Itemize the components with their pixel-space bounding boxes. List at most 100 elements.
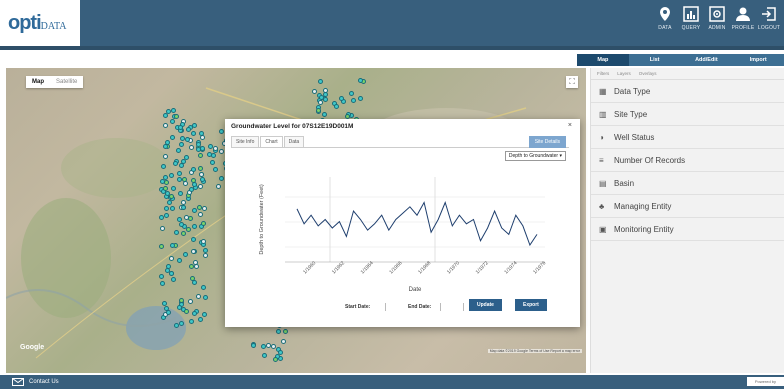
panel-tab-layers[interactable]: Layers [617, 71, 631, 76]
site-marker[interactable] [177, 170, 183, 176]
map-view-button[interactable]: Map [26, 76, 50, 88]
logout-icon [762, 7, 776, 21]
tab-import[interactable]: Import [732, 54, 784, 66]
site-marker[interactable] [192, 122, 198, 128]
site-marker[interactable] [191, 130, 197, 136]
site-marker[interactable] [188, 319, 194, 325]
site-marker[interactable] [191, 224, 197, 229]
filter-label: Data Type [614, 86, 651, 96]
site-marker[interactable] [163, 213, 169, 219]
site-marker[interactable] [190, 248, 196, 254]
site-marker[interactable] [164, 268, 170, 274]
group-icon: ♣ [599, 201, 605, 211]
filter-number-of-records[interactable]: ≡ Number Of Records [591, 149, 784, 172]
tab-map[interactable]: Map [577, 54, 629, 66]
site-marker[interactable] [317, 78, 323, 84]
satellite-view-button[interactable]: Satellite [50, 76, 83, 88]
site-marker[interactable] [159, 280, 165, 286]
basin-icon: ▤ [599, 178, 607, 188]
site-marker[interactable] [162, 123, 168, 129]
panel-tab-overlays[interactable]: Overlays [639, 71, 657, 76]
site-marker[interactable] [200, 176, 205, 182]
site-marker[interactable] [311, 88, 317, 94]
map-pin-icon [660, 7, 670, 21]
site-marker[interactable] [218, 175, 224, 181]
site-details-button[interactable]: Site Details [528, 136, 566, 148]
site-marker[interactable] [202, 247, 208, 253]
close-icon[interactable]: × [568, 122, 572, 129]
site-marker[interactable] [213, 166, 219, 172]
contact-us-link[interactable]: Contact Us [12, 378, 59, 386]
google-logo: Google [20, 344, 45, 351]
site-marker[interactable] [198, 183, 204, 189]
site-marker[interactable] [184, 137, 190, 142]
nav-logout-button[interactable]: LOGOUT [758, 6, 780, 31]
site-marker[interactable] [188, 186, 194, 192]
site-marker[interactable] [169, 205, 175, 211]
filter-data-type[interactable]: ▦ Data Type [591, 80, 784, 103]
filter-label: Basin [614, 178, 635, 188]
tab-chart[interactable]: Chart [260, 136, 283, 147]
site-marker[interactable] [349, 90, 355, 96]
site-marker[interactable] [188, 145, 194, 151]
tab-data[interactable]: Data [283, 136, 305, 147]
filter-managing-entity[interactable]: ♣ Managing Entity [591, 195, 784, 218]
site-marker[interactable] [180, 231, 186, 237]
export-button[interactable]: Export [515, 299, 547, 311]
site-marker[interactable] [197, 211, 203, 217]
site-marker[interactable] [213, 145, 219, 151]
tab-list[interactable]: List [629, 54, 681, 66]
site-marker[interactable] [339, 95, 345, 101]
site-marker[interactable] [162, 185, 168, 191]
site-marker[interactable] [200, 239, 206, 245]
site-marker[interactable] [186, 226, 192, 232]
tab-site-info[interactable]: Site Info [231, 136, 260, 147]
site-marker[interactable] [169, 119, 175, 125]
site-marker[interactable] [199, 135, 205, 141]
fullscreen-icon[interactable]: ⛶ [566, 76, 578, 88]
map-attribution: Map data ©2019 Google Terms of Use Repor… [487, 349, 582, 353]
filter-basin[interactable]: ▤ Basin [591, 172, 784, 195]
filter-monitoring-entity[interactable]: ▣ Monitoring Entity [591, 218, 784, 241]
end-date-input[interactable] [440, 303, 442, 311]
tab-add-edit[interactable]: Add/Edit [681, 54, 733, 66]
site-marker[interactable] [179, 320, 185, 326]
filter-site-type[interactable]: ▥ Site Type [591, 103, 784, 126]
bar-chart-icon [683, 6, 699, 22]
site-marker[interactable] [218, 149, 224, 155]
depth-select[interactable]: Depth to Groundwater ▾ [504, 151, 566, 161]
powered-by-badge: Powered by [746, 377, 784, 386]
site-marker[interactable] [198, 316, 204, 322]
logo[interactable]: optiDATA [0, 0, 80, 46]
start-date-input[interactable] [385, 303, 387, 311]
site-marker[interactable] [183, 251, 189, 257]
site-marker[interactable] [177, 257, 183, 263]
site-marker[interactable] [195, 293, 201, 299]
site-marker[interactable] [171, 185, 177, 191]
panel-tab-filters[interactable]: Filters [597, 71, 609, 76]
nav-admin-button[interactable]: ADMIN [706, 6, 728, 31]
site-marker[interactable] [170, 276, 176, 282]
site-marker[interactable] [280, 339, 286, 345]
site-marker[interactable] [201, 311, 207, 317]
drop-icon: ◑ [599, 132, 604, 142]
nav-data-button[interactable]: DATA [654, 6, 676, 31]
site-marker[interactable] [319, 94, 325, 100]
site-marker[interactable] [173, 114, 179, 120]
app-footer: Contact Us Powered by [0, 375, 784, 389]
x-tick-label: 1/1966 [388, 260, 403, 275]
site-marker[interactable] [179, 135, 185, 141]
site-marker[interactable] [315, 107, 321, 113]
site-marker[interactable] [202, 252, 208, 258]
site-marker[interactable] [177, 176, 183, 182]
x-tick-label: 1/1968 [417, 260, 432, 275]
nav-profile-button[interactable]: PROFILE [732, 6, 754, 31]
nav-query-button[interactable]: QUERY [680, 6, 702, 31]
site-marker[interactable] [179, 221, 185, 227]
site-marker[interactable] [202, 294, 208, 300]
site-marker[interactable] [200, 284, 206, 290]
filter-well-status[interactable]: ◑ Well Status [591, 126, 784, 149]
site-marker[interactable] [198, 171, 204, 177]
update-button[interactable]: Update [469, 299, 502, 311]
site-marker[interactable] [169, 134, 175, 140]
